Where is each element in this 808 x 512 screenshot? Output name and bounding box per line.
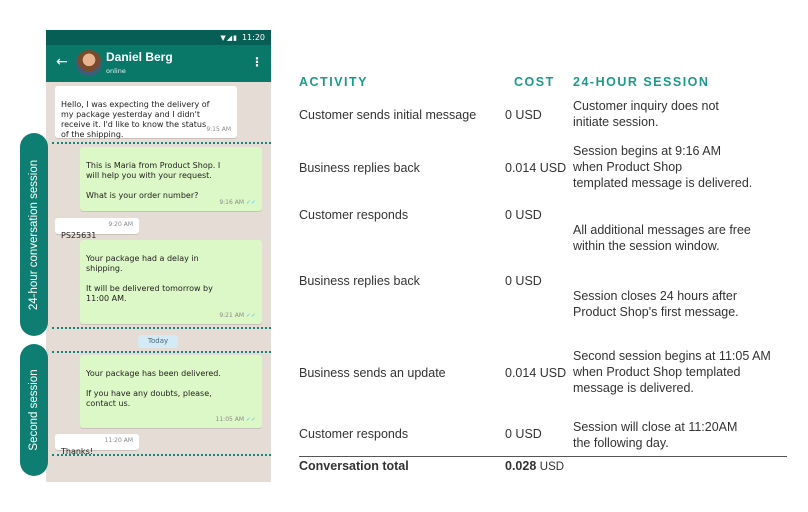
message-text: Hello, I was expecting the delivery of m… — [61, 100, 210, 139]
contact-name[interactable]: Daniel Berg — [106, 50, 173, 64]
session-cell: Customer inquiry does not initiate sessi… — [573, 99, 719, 129]
session-label-first: 24-hour conversation session — [20, 133, 48, 336]
chat-phone-mockup: ▼◢▮ 11:20 ← Daniel Berg online ⋮ Hello, … — [46, 30, 271, 482]
double-check-icon: ✓✓ — [245, 312, 256, 319]
activity-cell: Business replies back — [299, 274, 420, 288]
message-time-with-tick: 9:16 AM ✓✓ — [219, 198, 256, 208]
cost-cell: 0 USD — [505, 108, 542, 122]
message-time-with-tick: 9:21 AM ✓✓ — [219, 311, 256, 321]
total-divider — [299, 456, 787, 457]
column-header-cost: COST — [514, 75, 555, 89]
activity-cell: Customer sends initial message — [299, 108, 477, 122]
total-cost-value: 0.028 — [505, 459, 537, 473]
double-check-icon: ✓✓ — [245, 199, 256, 206]
message-time: 9:20 AM — [108, 221, 133, 228]
message-bubble-outgoing[interactable]: Your package had a delay in shipping. It… — [80, 240, 262, 324]
message-time: 11:20 AM — [104, 437, 133, 444]
message-bubble-incoming[interactable]: Thanks! 11:20 AM — [55, 434, 139, 456]
activity-cell: Business replies back — [299, 161, 420, 175]
more-options-icon[interactable]: ⋮ — [251, 55, 263, 69]
activity-cell: Customer responds — [299, 427, 409, 441]
cost-cell: 0.014 USD — [505, 161, 567, 175]
session-cell: Session begins at 9:16 AM when Product S… — [573, 144, 753, 190]
activity-cell: Business sends an update — [299, 366, 446, 380]
cost-cell: 0 USD — [505, 208, 542, 222]
total-cost: 0.028 USD — [505, 458, 564, 475]
cost-cell: 0.014 USD — [505, 366, 567, 380]
cost-cell: 0 USD — [505, 274, 542, 288]
day-divider: Today — [138, 335, 178, 348]
session-boundary-line — [52, 142, 271, 144]
chat-header: ← Daniel Berg online ⋮ — [46, 45, 271, 82]
status-bar: ▼◢▮ 11:20 — [46, 30, 271, 45]
session-cell: Session closes 24 hours after Product Sh… — [573, 289, 739, 319]
column-header-activity: ACTIVITY — [299, 75, 368, 89]
message-time: 11:05 AM — [215, 416, 245, 423]
avatar[interactable] — [76, 50, 102, 76]
back-arrow-icon[interactable]: ← — [56, 54, 68, 70]
message-time: 9:21 AM — [219, 312, 245, 319]
status-time: 11:20 — [241, 33, 265, 42]
message-text: Your package had a delay in shipping. It… — [86, 254, 213, 303]
contact-status: online — [106, 67, 126, 75]
message-bubble-incoming[interactable]: PS25631 9:20 AM — [55, 218, 139, 240]
message-bubble-incoming[interactable]: Hello, I was expecting the delivery of m… — [55, 86, 237, 139]
activity-cell: Customer responds — [299, 208, 409, 222]
session-cell: All additional messages are free within … — [573, 223, 751, 253]
session-cell: Session will close at 11:20AM the follow… — [573, 420, 738, 450]
message-text: This is Maria from Product Shop. I will … — [86, 161, 221, 200]
signal-icon: ▼◢▮ — [220, 33, 238, 42]
session-cell: Second session begins at 11:05 AM when P… — [573, 349, 771, 395]
message-time: 9:15 AM — [206, 126, 231, 133]
session-boundary-line — [52, 327, 271, 329]
message-text: Your package has been delivered. If you … — [86, 369, 221, 408]
message-time: 9:16 AM — [219, 199, 245, 206]
message-bubble-outgoing[interactable]: Your package has been delivered. If you … — [80, 355, 262, 428]
session-label-text: 24-hour conversation session — [28, 159, 40, 310]
session-label-text: Second session — [28, 369, 40, 451]
message-bubble-outgoing[interactable]: This is Maria from Product Shop. I will … — [80, 147, 262, 211]
total-cost-unit: USD — [539, 461, 565, 473]
session-boundary-line — [52, 351, 271, 353]
message-text: PS25631 — [61, 231, 97, 240]
session-boundary-line — [52, 454, 271, 456]
column-header-session: 24-HOUR SESSION — [573, 75, 710, 89]
session-label-second: Second session — [20, 344, 48, 476]
message-time-with-tick: 11:05 AM ✓✓ — [216, 415, 256, 425]
cost-cell: 0 USD — [505, 427, 542, 441]
double-check-icon: ✓✓ — [245, 416, 256, 423]
total-label: Conversation total — [299, 459, 409, 473]
